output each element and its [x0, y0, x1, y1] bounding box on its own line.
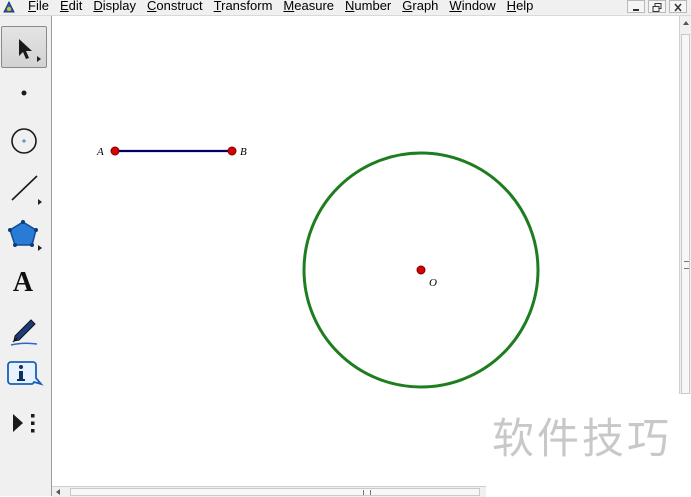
- menu-label: umber: [354, 0, 392, 13]
- menu-accelerator: D: [93, 0, 103, 13]
- point-o-label[interactable]: O: [429, 277, 437, 289]
- horizontal-scroll-thumb[interactable]: [70, 488, 480, 496]
- marker-pen-icon: [10, 319, 38, 346]
- tool-menu-arrow-icon[interactable]: [38, 199, 42, 205]
- scroll-up-icon[interactable]: [680, 16, 691, 30]
- menu-label: elp: [516, 0, 534, 13]
- menu-accelerator: M: [283, 0, 295, 13]
- menu-transform[interactable]: Transform: [214, 0, 273, 14]
- menu-label: isplay: [102, 0, 137, 13]
- custom-tool-icon: [13, 414, 35, 433]
- vertical-scroll-thumb[interactable]: [681, 34, 690, 394]
- menu-bar: File Edit Display Construct Transform Measure…: [0, 0, 691, 16]
- menu-label: dit: [68, 0, 83, 13]
- menu-edit[interactable]: Edit: [60, 0, 82, 14]
- selection-arrow-tool[interactable]: [1, 26, 47, 68]
- horizontal-scrollbar[interactable]: [52, 486, 486, 497]
- point-tool[interactable]: [1, 72, 47, 114]
- point-o[interactable]: [416, 265, 426, 275]
- menu-display[interactable]: Display: [93, 0, 136, 14]
- menu-measure[interactable]: Measure: [283, 0, 334, 14]
- menu-file[interactable]: File: [28, 0, 49, 14]
- scroll-left-icon[interactable]: [54, 488, 64, 496]
- circle-icon: [11, 128, 37, 154]
- menu-graph[interactable]: Graph: [402, 0, 438, 14]
- menu-label: indow: [461, 0, 496, 13]
- menu-label: ransform: [221, 0, 273, 13]
- grip-icon: [363, 490, 371, 495]
- restore-button[interactable]: [648, 0, 666, 13]
- menu-help[interactable]: Help: [507, 0, 534, 14]
- close-button[interactable]: [669, 0, 687, 13]
- menu-accelerator: C: [147, 0, 157, 13]
- point-icon: [21, 90, 27, 96]
- arrow-icon: [19, 39, 32, 59]
- point-a[interactable]: [110, 146, 120, 156]
- tool-menu-arrow-icon[interactable]: [37, 56, 41, 62]
- vertical-scrollbar[interactable]: [679, 16, 691, 394]
- menu-label: raph: [412, 0, 439, 13]
- menu-construct[interactable]: Construct: [147, 0, 203, 14]
- minimize-button[interactable]: [627, 0, 645, 13]
- menu-accelerator: N: [345, 0, 355, 13]
- text-tool[interactable]: A: [1, 262, 47, 304]
- compass-tool[interactable]: [1, 120, 47, 162]
- grip-icon: [684, 261, 689, 269]
- point-b-label[interactable]: B: [240, 146, 247, 158]
- minimize-icon: [633, 9, 639, 11]
- menu-accelerator: F: [28, 0, 36, 13]
- menu-label: ile: [35, 0, 49, 13]
- menu-accelerator: W: [449, 0, 462, 13]
- information-tool[interactable]: [1, 354, 47, 396]
- menu-window[interactable]: Window: [449, 0, 495, 14]
- toolbox: A: [0, 16, 52, 496]
- menu-accelerator: H: [506, 0, 517, 13]
- menu-number[interactable]: Number: [345, 0, 391, 14]
- custom-tool[interactable]: [1, 402, 47, 444]
- restore-icon: [652, 3, 662, 12]
- menu-accelerator: G: [402, 0, 413, 13]
- close-icon: [674, 3, 682, 12]
- point-a-label[interactable]: A: [97, 146, 104, 158]
- info-icon: [7, 361, 44, 386]
- text-icon: A: [12, 267, 34, 298]
- menu-accelerator: E: [59, 0, 69, 13]
- menu-label: easure: [294, 0, 335, 13]
- point-b[interactable]: [227, 146, 237, 156]
- straightedge-tool[interactable]: [1, 168, 47, 210]
- menu-label: onstruct: [156, 0, 203, 13]
- tool-menu-arrow-icon[interactable]: [38, 245, 42, 251]
- menu-accelerator: T: [213, 0, 222, 13]
- watermark: 软件技巧: [492, 414, 673, 463]
- app-icon[interactable]: [2, 0, 16, 14]
- marker-tool[interactable]: [1, 308, 47, 350]
- polygon-tool[interactable]: [1, 214, 47, 256]
